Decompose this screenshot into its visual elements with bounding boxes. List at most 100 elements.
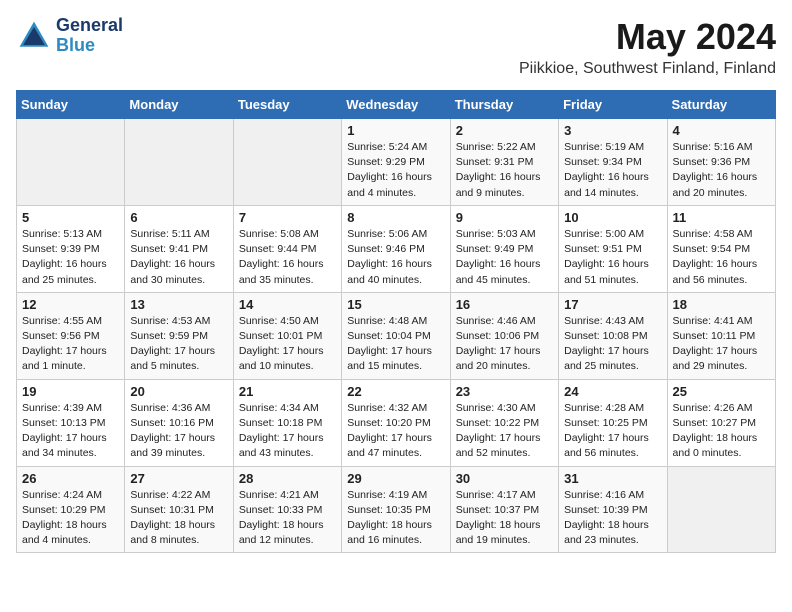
weekday-header-saturday: Saturday xyxy=(667,91,775,119)
title-block: May 2024 Piikkioe, Southwest Finland, Fi… xyxy=(519,16,776,78)
calendar-cell: 25 Sunrise: 4:26 AMSunset: 10:27 PMDaylig… xyxy=(667,379,775,466)
day-info: Sunrise: 4:36 AMSunset: 10:16 PMDaylight… xyxy=(130,401,227,462)
day-info: Sunrise: 5:13 AMSunset: 9:39 PMDaylight:… xyxy=(22,227,119,288)
day-number: 18 xyxy=(673,297,770,312)
calendar-cell: 18 Sunrise: 4:41 AMSunset: 10:11 PMDaylig… xyxy=(667,292,775,379)
day-info: Sunrise: 4:58 AMSunset: 9:54 PMDaylight:… xyxy=(673,227,770,288)
day-number: 7 xyxy=(239,210,336,225)
calendar-cell: 4 Sunrise: 5:16 AMSunset: 9:36 PMDaylight… xyxy=(667,119,775,206)
calendar-cell: 1 Sunrise: 5:24 AMSunset: 9:29 PMDaylight… xyxy=(342,119,450,206)
day-info: Sunrise: 5:16 AMSunset: 9:36 PMDaylight:… xyxy=(673,140,770,201)
calendar-cell: 19Sunrise: 4:39 AMSunset: 10:13 PMDaylig… xyxy=(17,379,125,466)
day-info: Sunrise: 4:55 AMSunset: 9:56 PMDaylight:… xyxy=(22,314,119,375)
weekday-header-tuesday: Tuesday xyxy=(233,91,341,119)
day-info: Sunrise: 4:34 AMSunset: 10:18 PMDaylight… xyxy=(239,401,336,462)
day-info: Sunrise: 5:06 AMSunset: 9:46 PMDaylight:… xyxy=(347,227,444,288)
day-number: 16 xyxy=(456,297,553,312)
day-number: 10 xyxy=(564,210,661,225)
calendar-cell: 24 Sunrise: 4:28 AMSunset: 10:25 PMDaylig… xyxy=(559,379,667,466)
day-number: 23 xyxy=(456,384,553,399)
day-number: 14 xyxy=(239,297,336,312)
calendar-cell: 15Sunrise: 4:48 AMSunset: 10:04 PMDaylig… xyxy=(342,292,450,379)
calendar-cell: 5 Sunrise: 5:13 AMSunset: 9:39 PMDaylight… xyxy=(17,205,125,292)
day-number: 24 xyxy=(564,384,661,399)
day-info: Sunrise: 4:32 AMSunset: 10:20 PMDaylight… xyxy=(347,401,444,462)
calendar-cell: 13 Sunrise: 4:53 AMSunset: 9:59 PMDayligh… xyxy=(125,292,233,379)
day-info: Sunrise: 4:28 AMSunset: 10:25 PMDaylight… xyxy=(564,401,661,462)
calendar-cell: 16Sunrise: 4:46 AMSunset: 10:06 PMDaylig… xyxy=(450,292,558,379)
week-row-1: 1 Sunrise: 5:24 AMSunset: 9:29 PMDaylight… xyxy=(17,119,776,206)
day-info: Sunrise: 5:03 AMSunset: 9:49 PMDaylight:… xyxy=(456,227,553,288)
weekday-header-row: SundayMondayTuesdayWednesdayThursdayFrid… xyxy=(17,91,776,119)
calendar-cell: 10 Sunrise: 5:00 AMSunset: 9:51 PMDayligh… xyxy=(559,205,667,292)
calendar-cell: 14 Sunrise: 4:50 AMSunset: 10:01 PMDaylig… xyxy=(233,292,341,379)
weekday-header-thursday: Thursday xyxy=(450,91,558,119)
day-number: 29 xyxy=(347,471,444,486)
calendar-cell xyxy=(233,119,341,206)
weekday-header-sunday: Sunday xyxy=(17,91,125,119)
calendar-cell: 28 Sunrise: 4:21 AMSunset: 10:33 PMDaylig… xyxy=(233,466,341,553)
logo-icon xyxy=(16,18,52,54)
calendar-cell xyxy=(125,119,233,206)
month-title: May 2024 xyxy=(519,16,776,58)
logo: General Blue xyxy=(16,16,123,56)
day-info: Sunrise: 5:24 AMSunset: 9:29 PMDaylight:… xyxy=(347,140,444,201)
day-number: 21 xyxy=(239,384,336,399)
day-info: Sunrise: 4:17 AMSunset: 10:37 PMDaylight… xyxy=(456,488,553,549)
day-number: 19 xyxy=(22,384,119,399)
day-info: Sunrise: 4:26 AMSunset: 10:27 PMDaylight… xyxy=(673,401,770,462)
day-number: 1 xyxy=(347,123,444,138)
day-number: 30 xyxy=(456,471,553,486)
day-number: 5 xyxy=(22,210,119,225)
day-number: 9 xyxy=(456,210,553,225)
day-info: Sunrise: 4:24 AMSunset: 10:29 PMDaylight… xyxy=(22,488,119,549)
calendar-cell: 7 Sunrise: 5:08 AMSunset: 9:44 PMDaylight… xyxy=(233,205,341,292)
page-header: General Blue May 2024 Piikkioe, Southwes… xyxy=(16,16,776,78)
day-number: 12 xyxy=(22,297,119,312)
day-info: Sunrise: 4:22 AMSunset: 10:31 PMDaylight… xyxy=(130,488,227,549)
calendar-cell: 23 Sunrise: 4:30 AMSunset: 10:22 PMDaylig… xyxy=(450,379,558,466)
day-info: Sunrise: 5:00 AMSunset: 9:51 PMDaylight:… xyxy=(564,227,661,288)
calendar-cell: 2 Sunrise: 5:22 AMSunset: 9:31 PMDaylight… xyxy=(450,119,558,206)
calendar-cell: 17Sunrise: 4:43 AMSunset: 10:08 PMDaylig… xyxy=(559,292,667,379)
week-row-4: 19Sunrise: 4:39 AMSunset: 10:13 PMDaylig… xyxy=(17,379,776,466)
day-info: Sunrise: 5:19 AMSunset: 9:34 PMDaylight:… xyxy=(564,140,661,201)
day-number: 2 xyxy=(456,123,553,138)
day-info: Sunrise: 4:53 AMSunset: 9:59 PMDaylight:… xyxy=(130,314,227,375)
day-info: Sunrise: 5:22 AMSunset: 9:31 PMDaylight:… xyxy=(456,140,553,201)
day-info: Sunrise: 4:50 AMSunset: 10:01 PMDaylight… xyxy=(239,314,336,375)
day-info: Sunrise: 4:21 AMSunset: 10:33 PMDaylight… xyxy=(239,488,336,549)
calendar-cell: 29 Sunrise: 4:19 AMSunset: 10:35 PMDaylig… xyxy=(342,466,450,553)
day-number: 8 xyxy=(347,210,444,225)
day-info: Sunrise: 4:48 AMSunset: 10:04 PMDaylight… xyxy=(347,314,444,375)
day-info: Sunrise: 4:41 AMSunset: 10:11 PMDaylight… xyxy=(673,314,770,375)
calendar-cell xyxy=(667,466,775,553)
week-row-5: 26Sunrise: 4:24 AMSunset: 10:29 PMDaylig… xyxy=(17,466,776,553)
day-number: 20 xyxy=(130,384,227,399)
day-info: Sunrise: 4:30 AMSunset: 10:22 PMDaylight… xyxy=(456,401,553,462)
weekday-header-friday: Friday xyxy=(559,91,667,119)
weekday-header-wednesday: Wednesday xyxy=(342,91,450,119)
location-title: Piikkioe, Southwest Finland, Finland xyxy=(519,60,776,78)
day-info: Sunrise: 4:16 AMSunset: 10:39 PMDaylight… xyxy=(564,488,661,549)
day-number: 11 xyxy=(673,210,770,225)
day-number: 13 xyxy=(130,297,227,312)
day-number: 28 xyxy=(239,471,336,486)
calendar-cell: 21 Sunrise: 4:34 AMSunset: 10:18 PMDaylig… xyxy=(233,379,341,466)
week-row-3: 12 Sunrise: 4:55 AMSunset: 9:56 PMDayligh… xyxy=(17,292,776,379)
day-info: Sunrise: 5:08 AMSunset: 9:44 PMDaylight:… xyxy=(239,227,336,288)
day-number: 22 xyxy=(347,384,444,399)
day-number: 27 xyxy=(130,471,227,486)
calendar-cell: 20 Sunrise: 4:36 AMSunset: 10:16 PMDaylig… xyxy=(125,379,233,466)
calendar-cell xyxy=(17,119,125,206)
day-info: Sunrise: 5:11 AMSunset: 9:41 PMDaylight:… xyxy=(130,227,227,288)
calendar-cell: 27 Sunrise: 4:22 AMSunset: 10:31 PMDaylig… xyxy=(125,466,233,553)
day-info: Sunrise: 4:19 AMSunset: 10:35 PMDaylight… xyxy=(347,488,444,549)
day-number: 4 xyxy=(673,123,770,138)
day-info: Sunrise: 4:43 AMSunset: 10:08 PMDaylight… xyxy=(564,314,661,375)
calendar-cell: 8 Sunrise: 5:06 AMSunset: 9:46 PMDaylight… xyxy=(342,205,450,292)
calendar-cell: 31Sunrise: 4:16 AMSunset: 10:39 PMDaylig… xyxy=(559,466,667,553)
week-row-2: 5 Sunrise: 5:13 AMSunset: 9:39 PMDaylight… xyxy=(17,205,776,292)
calendar-cell: 9 Sunrise: 5:03 AMSunset: 9:49 PMDaylight… xyxy=(450,205,558,292)
day-number: 25 xyxy=(673,384,770,399)
